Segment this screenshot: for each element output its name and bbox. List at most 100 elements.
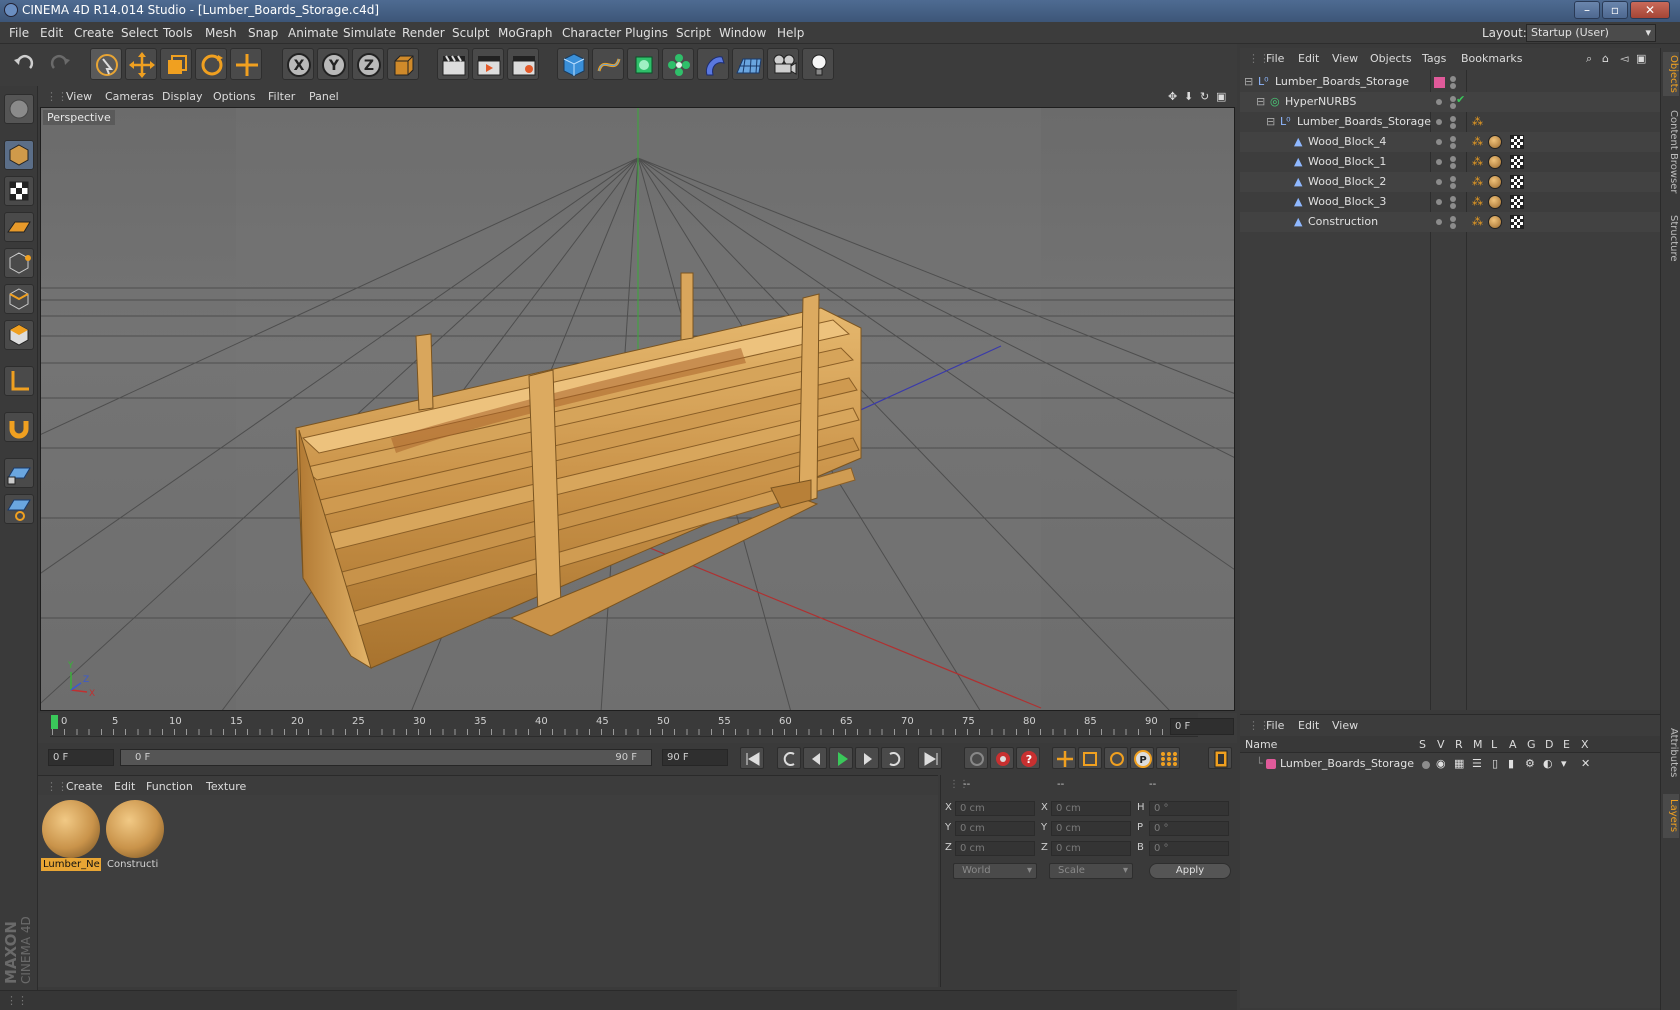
home-icon[interactable]: ⌂ xyxy=(1602,52,1609,65)
coordinate-system-toggle[interactable] xyxy=(387,48,419,80)
coordinate-mode-dropdown[interactable]: World ▾ xyxy=(953,863,1037,879)
timeline-ruler[interactable]: 0 5 10 15 20 25 30 35 40 45 50 55 60 65 … xyxy=(38,713,1237,743)
column-animation[interactable]: A xyxy=(1509,738,1517,751)
render-visibility-dot[interactable] xyxy=(1450,203,1456,209)
render-visibility-dot[interactable] xyxy=(1450,223,1456,229)
keyframe-selection-button[interactable]: ? xyxy=(1016,747,1040,769)
object-row[interactable]: ⊟ ◎ HyperNURBS ✔ xyxy=(1240,92,1660,112)
add-spline-button[interactable] xyxy=(592,48,624,80)
menu-character[interactable]: Character xyxy=(562,26,621,40)
add-nurbs-button[interactable] xyxy=(627,48,659,80)
column-xref[interactable]: X xyxy=(1581,738,1589,751)
layer-color-swatch[interactable] xyxy=(1434,77,1445,88)
viewport-menu-panel[interactable]: Panel xyxy=(309,90,339,103)
layer-dot[interactable] xyxy=(1436,219,1442,225)
rot-p-field[interactable]: 0 ° xyxy=(1149,821,1229,836)
uvw-tag-icon[interactable] xyxy=(1510,195,1524,209)
viewport-zoom-icon[interactable]: ⬇ xyxy=(1184,90,1193,103)
polygons-mode-button[interactable] xyxy=(4,320,34,350)
animation-icon[interactable]: ▮ xyxy=(1508,757,1514,770)
column-locked[interactable]: L xyxy=(1491,738,1497,751)
range-slider[interactable]: 0 F 90 F xyxy=(120,749,652,766)
menu-render[interactable]: Render xyxy=(402,26,445,40)
column-manager[interactable]: M xyxy=(1473,738,1483,751)
deformer-icon[interactable]: ◐ xyxy=(1543,757,1553,770)
tab-content-browser[interactable]: Content Browser xyxy=(1663,102,1679,202)
add-deformer-button[interactable] xyxy=(697,48,729,80)
uvw-tag-icon[interactable] xyxy=(1510,175,1524,189)
object-row[interactable]: ▲ Wood_Block_2 ⁂ xyxy=(1240,172,1660,192)
render-visibility-dot[interactable] xyxy=(1450,83,1456,89)
timeline-window-button[interactable] xyxy=(1208,747,1232,769)
render-to-picture-viewer-button[interactable] xyxy=(472,48,504,80)
axis-mode-button[interactable] xyxy=(4,366,34,396)
editor-visibility-dot[interactable] xyxy=(1450,136,1456,142)
add-cube-button[interactable] xyxy=(557,48,589,80)
material-tag-icon[interactable] xyxy=(1488,155,1502,169)
rot-b-field[interactable]: 0 ° xyxy=(1149,841,1229,856)
move-tool[interactable] xyxy=(125,48,157,80)
tab-objects[interactable]: Objects xyxy=(1663,52,1679,96)
menu-mograph[interactable]: MoGraph xyxy=(498,26,553,40)
play-button[interactable] xyxy=(829,747,853,769)
layer-dot[interactable] xyxy=(1436,99,1442,105)
enabled-check-icon[interactable]: ✔ xyxy=(1456,93,1465,106)
edges-mode-button[interactable] xyxy=(4,284,34,314)
layers-menu-edit[interactable]: Edit xyxy=(1298,719,1319,732)
layers-menu-view[interactable]: View xyxy=(1332,719,1358,732)
size-mode-dropdown[interactable]: Scale ▾ xyxy=(1049,863,1133,879)
menu-create[interactable]: Create xyxy=(74,26,114,40)
maximize-button[interactable]: ▫ xyxy=(1602,1,1628,19)
panel-menu-icon[interactable]: ▣ xyxy=(1636,52,1646,65)
snap-button[interactable] xyxy=(4,412,34,442)
apply-button[interactable]: Apply xyxy=(1149,863,1231,879)
x-axis-lock[interactable]: X xyxy=(282,48,314,80)
material-tag-icon[interactable] xyxy=(1488,175,1502,189)
add-array-button[interactable] xyxy=(662,48,694,80)
xref-icon[interactable]: ✕ xyxy=(1581,757,1590,770)
menu-snap[interactable]: Snap xyxy=(248,26,278,40)
make-editable-button[interactable] xyxy=(4,94,34,124)
key-pla-button[interactable] xyxy=(1156,747,1180,769)
object-row[interactable]: ▲ Wood_Block_4 ⁂ xyxy=(1240,132,1660,152)
render-view-button[interactable] xyxy=(437,48,469,80)
objects-menu-tags[interactable]: Tags xyxy=(1422,52,1446,65)
objects-menu-view[interactable]: View xyxy=(1332,52,1358,65)
phong-tag-icon[interactable]: ⁂ xyxy=(1472,195,1483,208)
end-frame-field[interactable]: 90 F xyxy=(662,749,728,766)
material-tag-icon[interactable] xyxy=(1488,215,1502,229)
objects-menu-bookmarks[interactable]: Bookmarks xyxy=(1461,52,1522,65)
material-menu-edit[interactable]: Edit xyxy=(114,780,135,793)
key-scale-button[interactable] xyxy=(1078,747,1102,769)
redo-button[interactable] xyxy=(44,48,76,80)
material-tag-icon[interactable] xyxy=(1488,195,1502,209)
rot-h-field[interactable]: 0 ° xyxy=(1149,801,1229,816)
object-row[interactable]: ⊟ L⁰ Lumber_Boards_Storage ⁂ xyxy=(1240,112,1660,132)
add-camera-button[interactable] xyxy=(767,48,799,80)
add-light-button[interactable] xyxy=(802,48,834,80)
render-visibility-dot[interactable] xyxy=(1450,163,1456,169)
column-generators[interactable]: G xyxy=(1527,738,1536,751)
column-expressions[interactable]: E xyxy=(1563,738,1570,751)
previous-frame-button[interactable] xyxy=(803,747,827,769)
object-row[interactable]: ▲ Wood_Block_1 ⁂ xyxy=(1240,152,1660,172)
render-visibility-dot[interactable] xyxy=(1450,143,1456,149)
points-mode-button[interactable] xyxy=(4,248,34,278)
menu-sculpt[interactable]: Sculpt xyxy=(452,26,489,40)
pos-x-field[interactable]: 0 cm xyxy=(955,801,1035,816)
last-tool-button[interactable] xyxy=(230,48,262,80)
current-frame-field[interactable]: 0 F xyxy=(1170,718,1234,735)
pos-z-field[interactable]: 0 cm xyxy=(955,841,1035,856)
render-visibility-dot[interactable] xyxy=(1450,123,1456,129)
tab-attributes[interactable]: Attributes xyxy=(1663,718,1679,788)
viewport-menu-options[interactable]: Options xyxy=(213,90,255,103)
menu-animate[interactable]: Animate xyxy=(288,26,338,40)
material-construction[interactable]: Constructi xyxy=(105,798,165,870)
next-key-button[interactable] xyxy=(881,747,905,769)
z-axis-lock[interactable]: Z xyxy=(352,48,384,80)
render-visibility-dot[interactable] xyxy=(1450,183,1456,189)
material-menu-create[interactable]: Create xyxy=(66,780,103,793)
phong-tag-icon[interactable]: ⁂ xyxy=(1472,175,1483,188)
objects-menu-objects[interactable]: Objects xyxy=(1370,52,1412,65)
menu-file[interactable]: File xyxy=(9,26,29,40)
